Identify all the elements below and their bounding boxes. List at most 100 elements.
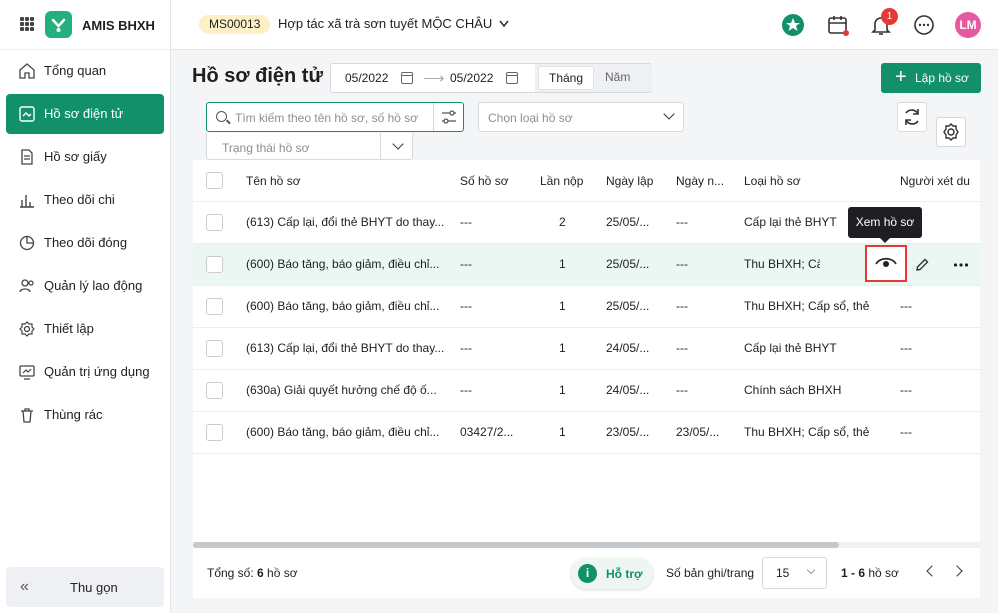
record-status-select[interactable]: Trạng thái hồ sơ xyxy=(206,133,413,160)
sidebar-item-electronic-records[interactable]: Hồ sơ điện tử xyxy=(6,94,164,134)
record-created: 24/05/... xyxy=(606,383,650,397)
collapse-sidebar-button[interactable]: « Thu gọn xyxy=(6,567,164,607)
page-size-select[interactable]: 15 xyxy=(762,557,827,589)
view-record-button[interactable] xyxy=(865,245,907,282)
row-checkbox[interactable] xyxy=(206,298,223,315)
record-name[interactable]: (600) Báo tăng, báo giảm, điều chỉ... xyxy=(246,257,451,271)
record-type-placeholder: Chọn loại hồ sơ xyxy=(488,111,573,125)
search-placeholder: Tìm kiếm theo tên hồ sơ, số hồ sơ xyxy=(235,111,419,125)
row-checkbox[interactable] xyxy=(206,256,223,273)
edit-pencil-icon[interactable] xyxy=(913,256,931,274)
paper-document-icon xyxy=(21,149,33,165)
bar-chart-icon xyxy=(20,195,34,208)
calendar-icon[interactable] xyxy=(826,13,850,37)
help-label: Hỗ trợ xyxy=(606,567,643,581)
sidebar-item-setup[interactable]: Thiết lập xyxy=(6,309,164,349)
table-row[interactable]: (600) Báo tăng, báo giảm, điều chỉ... 03… xyxy=(193,412,980,454)
star-badge-icon[interactable] xyxy=(781,13,805,37)
search-input[interactable]: Tìm kiếm theo tên hồ sơ, số hồ sơ xyxy=(206,102,464,132)
calendar-icon[interactable] xyxy=(401,72,413,84)
table-row[interactable]: (613) Cấp lại, đổi thẻ BHYT do thay... -… xyxy=(193,328,980,370)
previous-page-icon[interactable] xyxy=(926,565,938,577)
chevron-down-icon xyxy=(806,565,816,575)
row-checkbox[interactable] xyxy=(206,424,223,441)
period-picker: 05/2022 ⟶ 05/2022 Tháng Năm xyxy=(330,63,652,93)
more-actions-icon[interactable] xyxy=(952,256,970,274)
sidebar-item-payment-tracking[interactable]: Theo dõi đóng xyxy=(6,223,164,263)
record-created: 23/05/... xyxy=(606,425,650,439)
record-submitted: --- xyxy=(676,299,688,313)
column-header-reviewer[interactable]: Người xét du xyxy=(900,174,980,188)
org-name[interactable]: Hợp tác xã trà sơn tuyết MỘC CHÂU xyxy=(278,16,492,31)
table-settings-button[interactable] xyxy=(936,117,966,147)
sidebar-item-label: Tổng quan xyxy=(44,63,107,78)
table-row[interactable]: (600) Báo tăng, báo giảm, điều chỉ... --… xyxy=(193,286,980,328)
record-name[interactable]: (630a) Giải quyết hưởng chế độ ố... xyxy=(246,383,451,397)
sidebar-item-label: Thùng rác xyxy=(44,407,103,422)
record-name[interactable]: (613) Cấp lại, đổi thẻ BHYT do thay... xyxy=(246,215,451,229)
calendar-icon[interactable] xyxy=(506,72,518,84)
filter-sliders-icon xyxy=(442,110,456,124)
table-row[interactable]: (600) Báo tăng, báo giảm, điều chỉ... --… xyxy=(193,244,980,286)
record-name[interactable]: (600) Báo tăng, báo giảm, điều chỉ... xyxy=(246,299,451,313)
user-avatar[interactable]: LM xyxy=(955,12,981,38)
record-created: 25/05/... xyxy=(606,215,650,229)
electronic-record-icon xyxy=(19,106,35,122)
record-reviewer: --- xyxy=(900,425,912,439)
record-times: 1 xyxy=(559,299,566,313)
record-name[interactable]: (613) Cấp lại, đổi thẻ BHYT do thay... xyxy=(246,341,451,355)
record-type: Thu BHXH; Cấp sổ, thẻ xyxy=(744,425,870,439)
sidebar-item-overview[interactable]: Tổng quan xyxy=(6,51,164,91)
record-type-select[interactable]: Chọn loại hồ sơ xyxy=(478,102,684,132)
record-number: --- xyxy=(460,383,472,397)
collapse-label: Thu gọn xyxy=(70,580,118,595)
sidebar-item-trash[interactable]: Thùng rác xyxy=(6,395,164,435)
tab-month[interactable]: Tháng xyxy=(538,66,595,90)
create-record-button[interactable]: + Lập hồ sơ xyxy=(881,63,981,93)
row-checkbox[interactable] xyxy=(206,214,223,231)
row-checkbox[interactable] xyxy=(206,382,223,399)
divider xyxy=(380,133,381,159)
table-footer: Tổng số: 6 hồ sơ i Hỗ trợ Số bản ghi/tra… xyxy=(193,548,980,598)
record-reviewer: --- xyxy=(900,341,912,355)
more-options-icon[interactable] xyxy=(912,13,936,37)
column-header-created-date[interactable]: Ngày lập xyxy=(606,174,661,188)
column-header-times[interactable]: Lần nộp xyxy=(540,174,590,188)
app-logo xyxy=(45,11,72,38)
sidebar-item-app-admin[interactable]: Quản trị ứng dụng xyxy=(6,352,164,392)
total-suffix: hồ sơ xyxy=(263,566,298,580)
record-submitted: --- xyxy=(676,383,688,397)
date-from[interactable]: 05/2022 xyxy=(345,71,388,85)
sidebar-item-expense-tracking[interactable]: Theo dõi chi xyxy=(6,180,164,220)
next-page-icon[interactable] xyxy=(951,565,963,577)
row-checkbox[interactable] xyxy=(206,340,223,357)
chevron-down-icon[interactable] xyxy=(499,20,509,28)
record-name[interactable]: (600) Báo tăng, báo giảm, điều chỉ... xyxy=(246,425,451,439)
page-title: Hồ sơ điện tử xyxy=(192,65,323,87)
sidebar-item-labor-management[interactable]: Quản lý lao động xyxy=(6,266,164,306)
column-header-number[interactable]: Số hồ sơ xyxy=(460,174,520,188)
notification-count-badge: 1 xyxy=(881,8,898,25)
double-chevron-left-icon: « xyxy=(20,578,29,595)
tab-year[interactable]: Năm xyxy=(595,66,640,90)
column-header-type[interactable]: Loại hồ sơ xyxy=(744,174,864,188)
app-header: AMIS BHXH xyxy=(0,0,171,50)
table-header-row: Tên hồ sơ Số hồ sơ Lần nộp Ngày lập Ngày… xyxy=(193,160,980,202)
refresh-button[interactable] xyxy=(897,102,927,132)
settings-gear-icon xyxy=(19,321,35,337)
advanced-filter-button[interactable] xyxy=(433,103,464,131)
record-number: --- xyxy=(460,341,472,355)
app-launcher-icon[interactable] xyxy=(20,17,34,31)
column-header-name[interactable]: Tên hồ sơ xyxy=(246,174,406,188)
help-button[interactable]: i Hỗ trợ xyxy=(571,558,653,589)
total-count: Tổng số: 6 hồ sơ xyxy=(207,566,298,580)
select-all-checkbox[interactable] xyxy=(206,172,223,189)
total-number: 6 xyxy=(257,566,264,580)
sidebar-item-paper-records[interactable]: Hồ sơ giấy xyxy=(6,137,164,177)
record-reviewer: --- xyxy=(900,383,912,397)
chevron-down-icon xyxy=(392,138,404,150)
record-submitted: --- xyxy=(676,341,688,355)
date-to[interactable]: 05/2022 xyxy=(450,71,493,85)
column-header-submitted-date[interactable]: Ngày n... xyxy=(676,174,726,188)
table-row[interactable]: (630a) Giải quyết hưởng chế độ ố... --- … xyxy=(193,370,980,412)
